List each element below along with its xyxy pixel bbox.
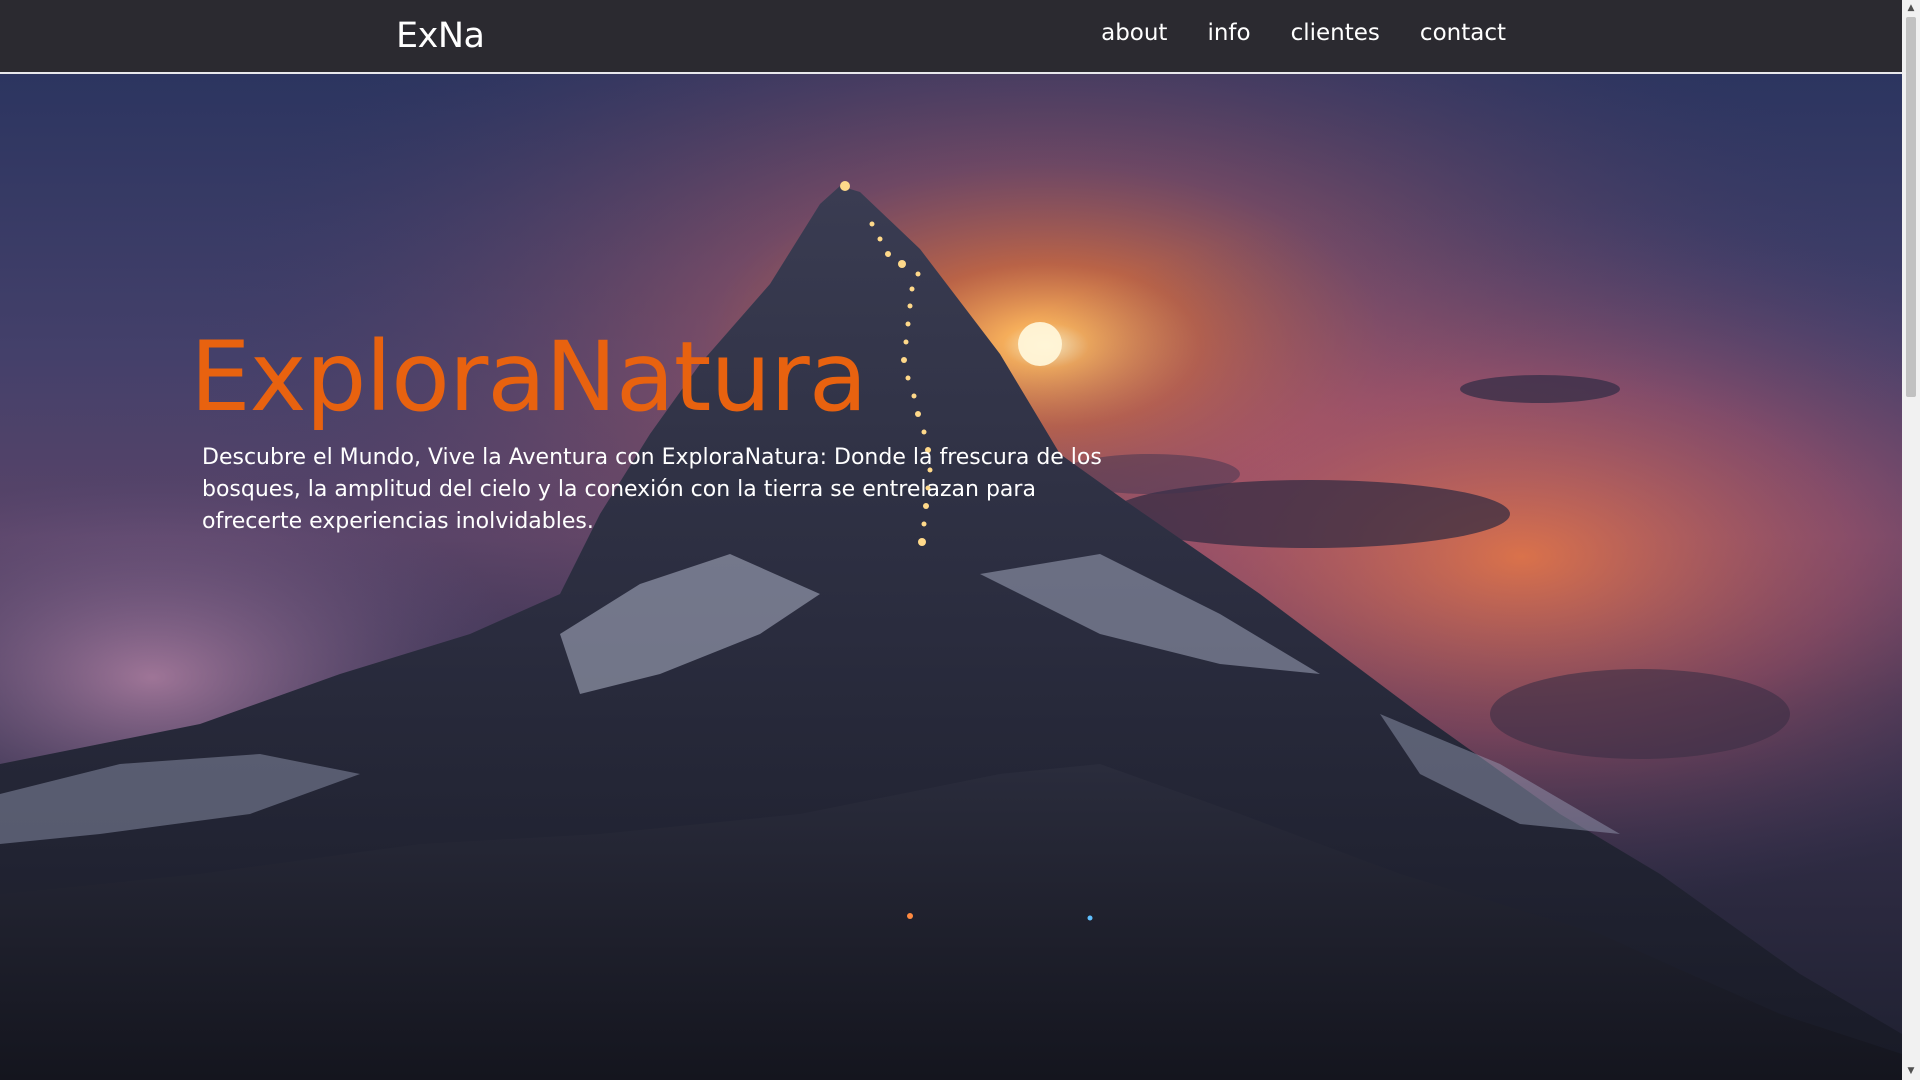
nav-link-info[interactable]: info — [1207, 16, 1250, 50]
scrollbar-thumb[interactable] — [1906, 17, 1916, 397]
arrow-up-icon[interactable]: ▲ — [1902, 0, 1920, 17]
nav-link-clientes[interactable]: clientes — [1291, 16, 1380, 50]
hero-title: ExploraNatura — [190, 321, 868, 433]
nav-link-contact[interactable]: contact — [1420, 16, 1506, 50]
nav-links: about info clientes contact — [1101, 16, 1506, 50]
hero-background-image — [0, 74, 1902, 1080]
hero-description: Descubre el Mundo, Vive la Aventura con … — [202, 445, 1102, 534]
page: ExNa about info clientes contact Explora… — [0, 0, 1920, 1080]
brand-logo[interactable]: ExNa — [396, 14, 485, 58]
hero-section: ExploraNatura Descubre el Mundo, Vive la… — [0, 74, 1902, 1080]
arrow-down-icon[interactable]: ▼ — [1902, 1063, 1920, 1080]
vertical-scrollbar[interactable]: ▲ ▼ — [1902, 0, 1920, 1080]
navbar: ExNa about info clientes contact — [0, 0, 1902, 74]
nav-link-about[interactable]: about — [1101, 16, 1167, 50]
